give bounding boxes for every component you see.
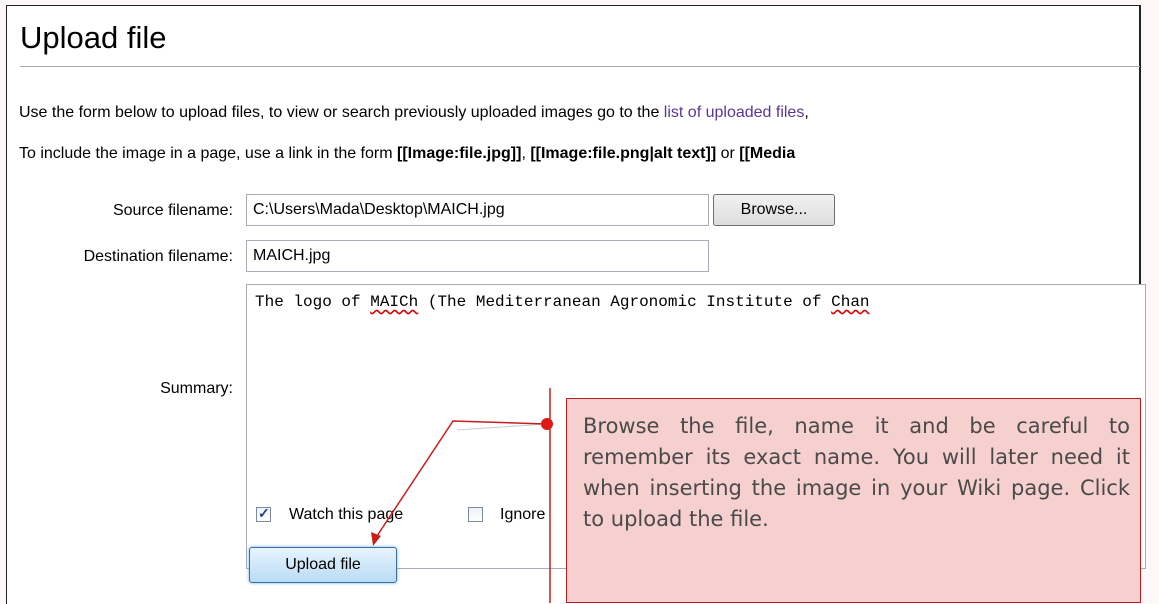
pointer-dot-icon — [541, 418, 553, 430]
pointer-shadow-line — [456, 423, 547, 431]
callout-pointer — [371, 388, 553, 603]
pointer-line — [374, 420, 547, 540]
arrowhead-icon — [371, 532, 381, 546]
